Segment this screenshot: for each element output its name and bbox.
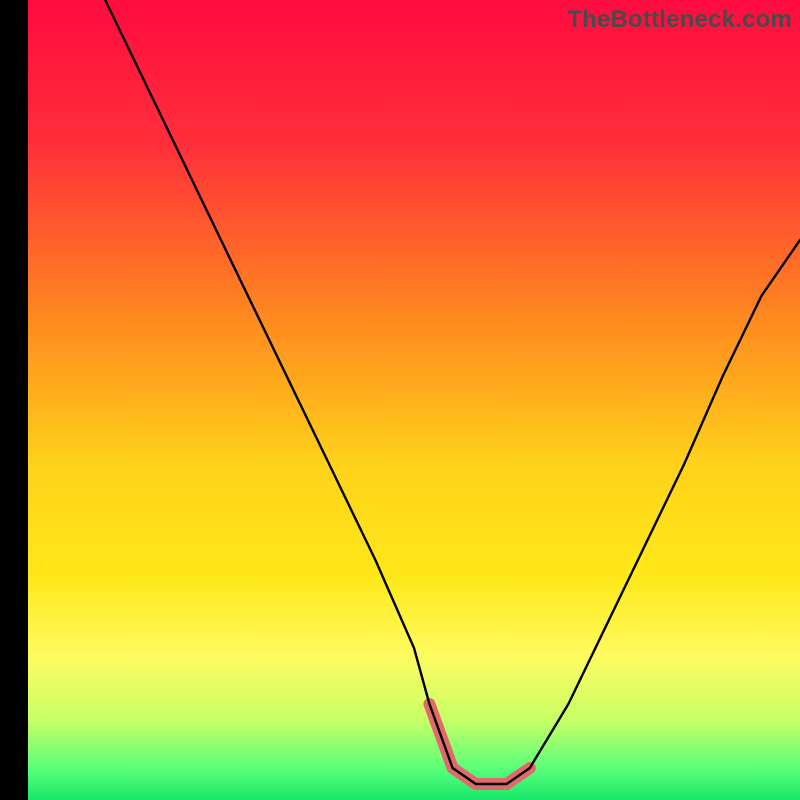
chart-container: TheBottleneck.com	[0, 0, 800, 800]
chart-plot-area	[28, 0, 800, 800]
watermark-text: TheBottleneck.com	[567, 6, 792, 34]
bottleneck-chart	[28, 0, 800, 800]
gradient-background	[28, 0, 800, 800]
